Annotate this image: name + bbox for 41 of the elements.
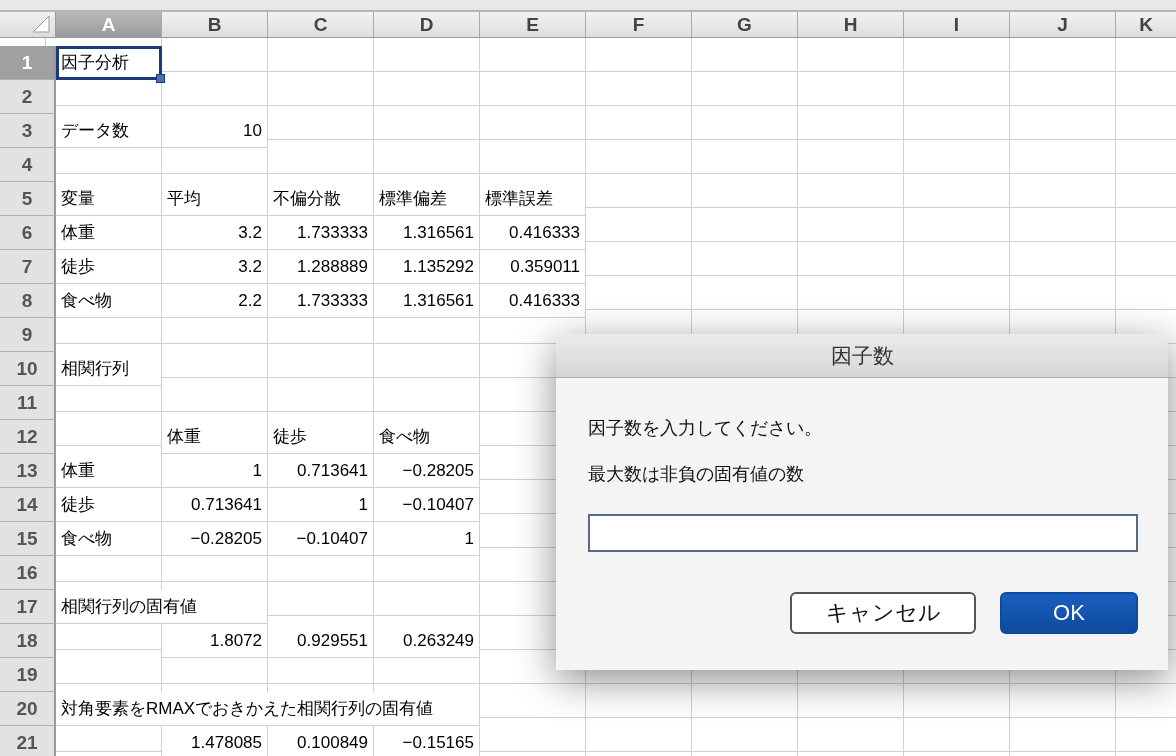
row-header[interactable]: 10 xyxy=(0,352,56,386)
column-header[interactable]: K xyxy=(1116,12,1176,38)
table-cell: 相関行列の固有値 xyxy=(56,590,268,624)
input-field[interactable] xyxy=(588,514,1138,552)
row-header[interactable]: 12 xyxy=(0,420,56,454)
row-header[interactable]: 3 xyxy=(0,114,56,148)
column-header[interactable]: I xyxy=(904,12,1010,38)
row-header[interactable]: 21 xyxy=(0,726,56,756)
column-header[interactable]: J xyxy=(1010,12,1116,38)
table-cell: 因子分析 xyxy=(56,46,162,80)
row-header[interactable]: 5 xyxy=(0,182,56,216)
row-header[interactable]: 13 xyxy=(0,454,56,488)
column-header[interactable]: F xyxy=(586,12,692,38)
table-cell: 対角要素をRMAXでおきかえた相関行列の固有値 xyxy=(56,692,480,726)
cancel-button[interactable]: キャンセル xyxy=(790,592,976,634)
row-header[interactable]: 2 xyxy=(0,80,56,114)
column-header[interactable]: B xyxy=(162,12,268,38)
column-header[interactable]: C xyxy=(268,12,374,38)
row-header[interactable]: 20 xyxy=(0,692,56,726)
row-header[interactable]: 15 xyxy=(0,522,56,556)
row-header[interactable]: 14 xyxy=(0,488,56,522)
fill-handle[interactable] xyxy=(156,74,165,83)
column-header[interactable]: G xyxy=(692,12,798,38)
dialog-message: 最大数は非負の固有値の数 xyxy=(588,463,805,486)
row-header[interactable]: 4 xyxy=(0,148,56,182)
row-header[interactable]: 16 xyxy=(0,556,56,590)
row-header[interactable]: 19 xyxy=(0,658,56,692)
row-header[interactable]: 11 xyxy=(0,386,56,420)
dialog-message: 因子数を入力してください。 xyxy=(588,417,823,440)
select-all-icon[interactable] xyxy=(0,12,56,38)
row-header[interactable]: 18 xyxy=(0,624,56,658)
row-header[interactable]: 8 xyxy=(0,284,56,318)
row-header[interactable]: 6 xyxy=(0,216,56,250)
row-header[interactable]: 9 xyxy=(0,318,56,352)
row-header[interactable]: 17 xyxy=(0,590,56,624)
column-header[interactable]: D xyxy=(374,12,480,38)
ok-button[interactable]: OK xyxy=(1000,592,1138,634)
row-header[interactable]: 7 xyxy=(0,250,56,284)
column-header[interactable]: H xyxy=(798,12,904,38)
column-header[interactable]: E xyxy=(480,12,586,38)
dialog-title: 因子数 xyxy=(556,334,1168,378)
